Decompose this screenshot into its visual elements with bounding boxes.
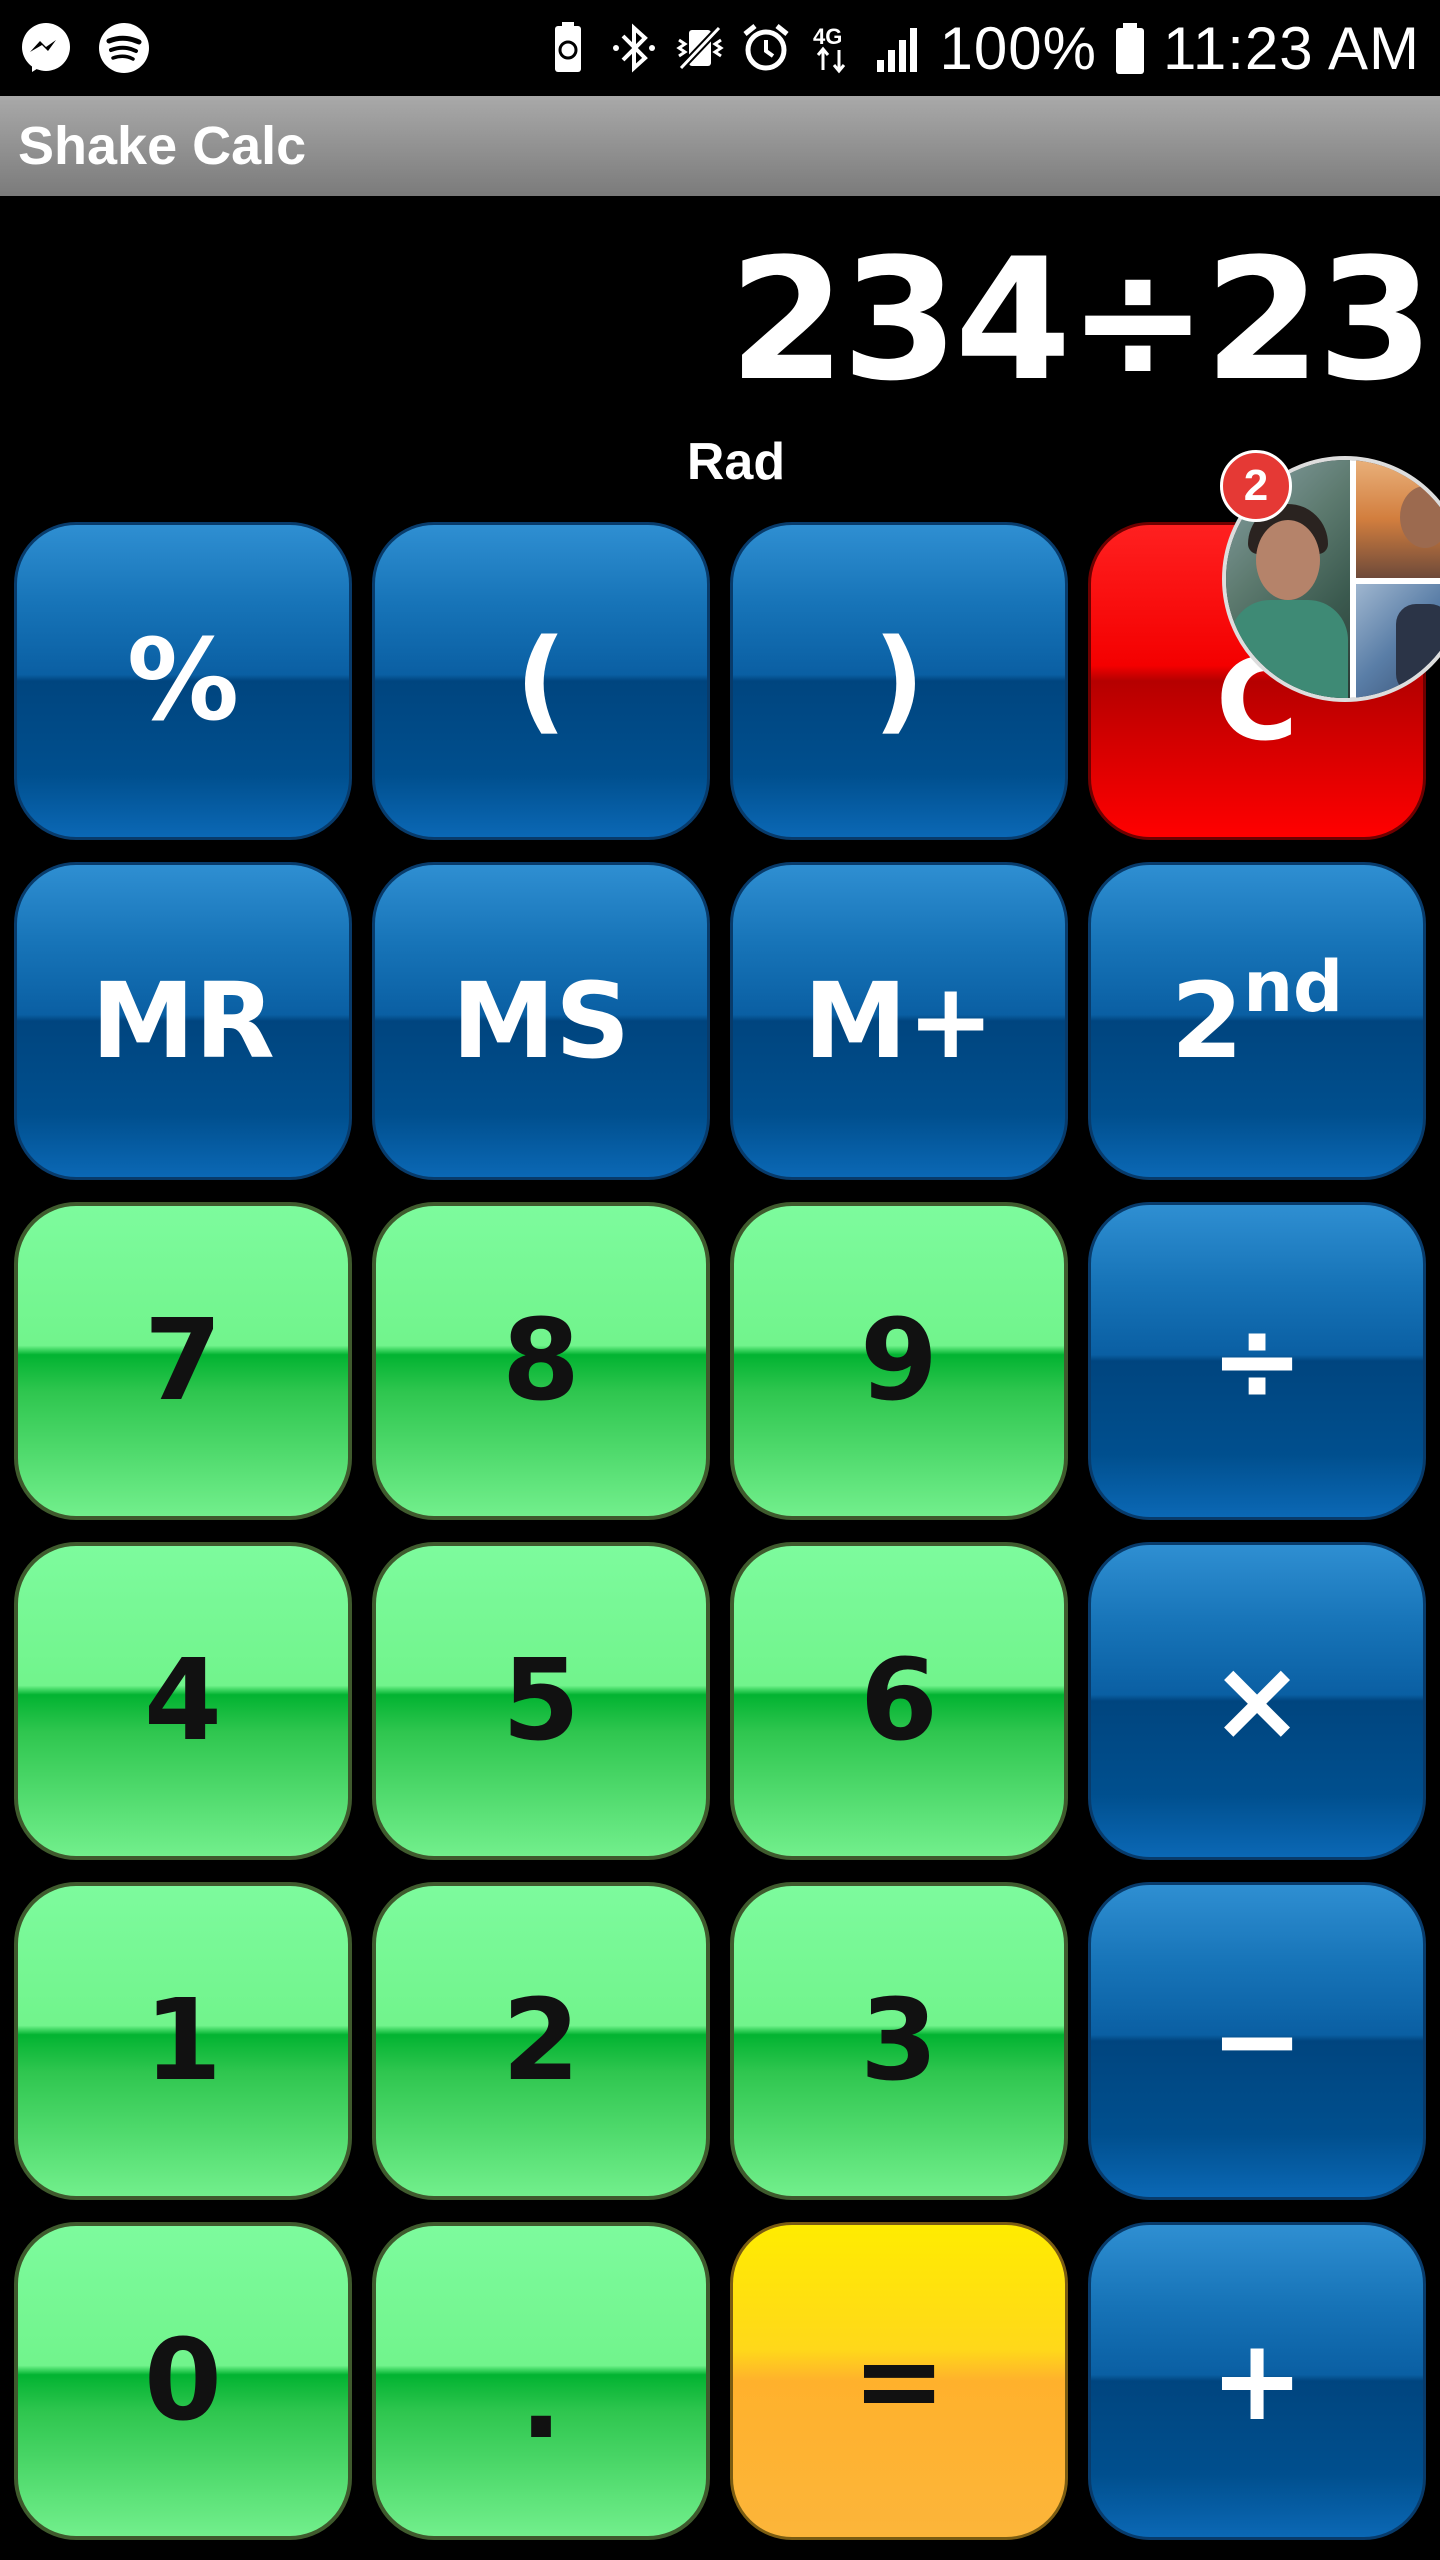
status-bar: 4G 100% 11:23 AM — [0, 0, 1440, 96]
multiply-button[interactable]: × — [1088, 1542, 1426, 1860]
minus-button[interactable]: − — [1088, 1882, 1426, 2200]
digit-6-button[interactable]: 6 — [730, 1542, 1068, 1860]
decimal-point-label: . — [519, 2334, 563, 2464]
minus-label: − — [1210, 1976, 1304, 2106]
multiply-label: × — [1210, 1636, 1304, 1766]
percent-button[interactable]: % — [14, 522, 352, 840]
clock: 11:23 AM — [1162, 14, 1420, 82]
digit-1-label: 1 — [144, 1976, 222, 2106]
digit-4-label: 4 — [144, 1636, 222, 1766]
chat-head-photo-2 — [1356, 460, 1440, 578]
memory-recall-button[interactable]: MR — [14, 862, 352, 1180]
app-title-bar: Shake Calc — [0, 96, 1440, 196]
digit-3-label: 3 — [860, 1976, 938, 2106]
digit-8-label: 8 — [502, 1296, 580, 1426]
digit-7-label: 7 — [144, 1296, 222, 1426]
app-title: Shake Calc — [18, 116, 307, 176]
divide-button[interactable]: ÷ — [1088, 1202, 1426, 1520]
second-superscript: nd — [1243, 946, 1344, 1029]
digit-5-label: 5 — [502, 1636, 580, 1766]
second-function-button[interactable]: 2nd — [1088, 862, 1426, 1180]
digit-5-button[interactable]: 5 — [372, 1542, 710, 1860]
calculator-app: 4G 100% 11:23 AM Shake Calc 234÷23 Rad %… — [0, 0, 1440, 2560]
svg-text:4G: 4G — [813, 24, 842, 49]
expression-display: 234÷23 — [728, 222, 1434, 418]
digit-9-label: 9 — [860, 1296, 938, 1426]
chat-head-photo-3 — [1356, 584, 1440, 698]
digit-3-button[interactable]: 3 — [730, 1882, 1068, 2200]
second-base-text: 2 — [1170, 960, 1244, 1082]
digit-0-label: 0 — [144, 2316, 222, 2446]
percent-label: % — [126, 616, 240, 746]
close-paren-button[interactable]: ) — [730, 522, 1068, 840]
second-label: 2nd — [1170, 952, 1343, 1082]
spotify-icon — [99, 23, 149, 73]
unread-count-badge: 2 — [1220, 450, 1292, 522]
plus-button[interactable]: + — [1088, 2222, 1426, 2540]
memory-store-button[interactable]: MS — [372, 862, 710, 1180]
signal-icon — [877, 28, 918, 72]
digit-7-button[interactable]: 7 — [14, 1202, 352, 1520]
equals-label: = — [852, 2316, 946, 2446]
m-plus-label: M+ — [803, 960, 995, 1082]
close-paren-label: ) — [873, 616, 925, 746]
digit-2-label: 2 — [502, 1976, 580, 2106]
digit-4-button[interactable]: 4 — [14, 1542, 352, 1860]
4g-icon: 4G — [813, 24, 846, 74]
bluetooth-icon — [613, 23, 656, 73]
mr-label: MR — [91, 960, 275, 1082]
digit-1-button[interactable]: 1 — [14, 1882, 352, 2200]
open-paren-button[interactable]: ( — [372, 522, 710, 840]
ms-label: MS — [451, 960, 631, 1082]
equals-button[interactable]: = — [730, 2222, 1068, 2540]
digit-9-button[interactable]: 9 — [730, 1202, 1068, 1520]
battery-icon — [1115, 23, 1144, 74]
battery-percent: 100% — [939, 14, 1097, 82]
memory-add-button[interactable]: M+ — [730, 862, 1068, 1180]
plus-label: + — [1210, 2316, 1304, 2446]
open-paren-label: ( — [515, 616, 567, 746]
divide-label: ÷ — [1210, 1296, 1304, 1426]
decimal-point-button[interactable]: . — [372, 2222, 710, 2540]
digit-6-label: 6 — [860, 1636, 938, 1766]
digit-0-button[interactable]: 0 — [14, 2222, 352, 2540]
digit-2-button[interactable]: 2 — [372, 1882, 710, 2200]
messenger-icon — [22, 23, 70, 72]
battery-saver-icon — [555, 22, 582, 72]
alarm-icon — [743, 24, 790, 71]
vibrate-icon — [676, 25, 725, 71]
digit-8-button[interactable]: 8 — [372, 1202, 710, 1520]
